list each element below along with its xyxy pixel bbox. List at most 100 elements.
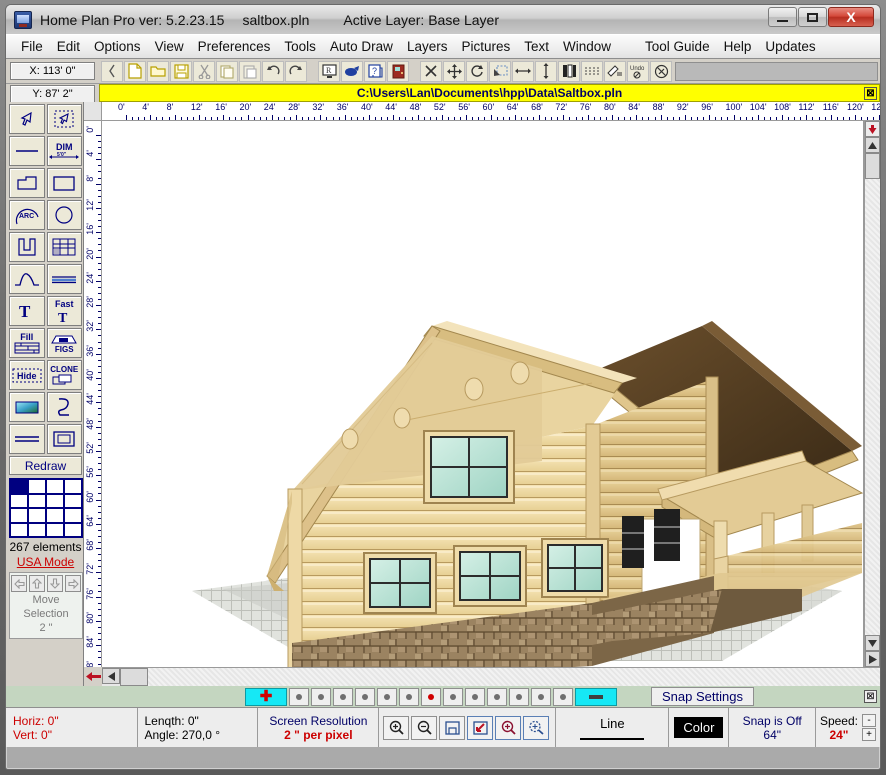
figures-tool[interactable]: FIGS (47, 328, 83, 358)
close-button[interactable]: X (828, 7, 874, 27)
layer-13-button[interactable] (553, 688, 573, 706)
save-disk-icon[interactable] (170, 61, 192, 82)
vertical-resize-icon[interactable] (535, 61, 557, 82)
parallel-lines-tool[interactable] (9, 424, 45, 454)
swatch-11[interactable] (64, 508, 82, 523)
layer-10-button[interactable] (487, 688, 507, 706)
speed-increase-button[interactable]: + (862, 728, 876, 741)
menu-layers[interactable]: Layers (400, 37, 455, 56)
swatch-0[interactable] (10, 479, 28, 494)
horizontal-ruler[interactable]: 0'4'8'12'16'20'24'28'32'36'40'44'48'52'5… (102, 102, 880, 120)
layer-strip-close-button[interactable]: ⊠ (864, 690, 877, 703)
scroll-page-down-button[interactable] (865, 651, 880, 667)
move-left-button[interactable] (11, 575, 27, 592)
window-grid-tool[interactable] (47, 232, 83, 262)
swatch-6[interactable] (46, 494, 64, 509)
horizontal-scroll-track[interactable] (148, 668, 880, 686)
vertical-scrollbar[interactable] (864, 121, 880, 667)
polyline-tool[interactable] (9, 168, 45, 198)
layer-3-button[interactable] (333, 688, 353, 706)
menu-file[interactable]: File (14, 37, 50, 56)
help-page-icon[interactable]: ? (364, 61, 386, 82)
print-icon[interactable] (341, 61, 363, 82)
no-draw-icon[interactable] (650, 61, 672, 82)
layer-11-button[interactable] (509, 688, 529, 706)
menu-view[interactable]: View (148, 37, 191, 56)
snap-settings-button[interactable]: Snap Settings (651, 687, 754, 706)
x-coordinate-field[interactable]: X: 113' 0" (10, 62, 95, 80)
scroll-up-button[interactable] (865, 137, 880, 153)
layer-6-button[interactable] (399, 688, 419, 706)
layer-5-button[interactable] (377, 688, 397, 706)
fit-page-button[interactable] (439, 716, 465, 740)
back-icon[interactable] (101, 61, 123, 82)
hide-tool[interactable]: Hide (9, 360, 45, 390)
minimize-button[interactable] (768, 7, 797, 27)
horizontal-resize-icon[interactable] (512, 61, 534, 82)
swatch-8[interactable] (10, 508, 28, 523)
arc-tool[interactable]: ARC (9, 200, 45, 230)
vertical-scroll-thumb[interactable] (865, 153, 880, 179)
freehand-tool[interactable] (47, 392, 83, 422)
register-icon[interactable]: R (318, 61, 340, 82)
layer-7-button[interactable] (421, 688, 441, 706)
undo-arrow-icon[interactable] (262, 61, 284, 82)
circle-tool[interactable] (47, 200, 83, 230)
snap-status[interactable]: Snap is Off 64" (729, 708, 815, 747)
path-close-button[interactable]: ⊠ (864, 87, 877, 100)
text-tool[interactable]: T (9, 296, 45, 326)
swatch-5[interactable] (28, 494, 46, 509)
fast-text-tool[interactable]: Fast T (47, 296, 83, 326)
layer-add-button[interactable]: ✚ (245, 688, 287, 706)
paste-icon[interactable] (239, 61, 261, 82)
move-icon[interactable] (443, 61, 465, 82)
wall-tool[interactable] (9, 232, 45, 262)
scroll-down-button[interactable] (865, 635, 880, 651)
swatch-14[interactable] (46, 523, 64, 538)
curve-tool[interactable] (9, 264, 45, 294)
menu-options[interactable]: Options (87, 37, 148, 56)
open-folder-icon[interactable] (147, 61, 169, 82)
layer-8-button[interactable] (443, 688, 463, 706)
frame-tool[interactable] (47, 424, 83, 454)
gradient-tool[interactable] (9, 392, 45, 422)
move-up-button[interactable] (29, 575, 45, 592)
y-coordinate-field[interactable]: Y: 87' 2" (10, 85, 95, 103)
redo-arrow-icon[interactable] (285, 61, 307, 82)
speed-decrease-button[interactable]: - (862, 714, 876, 727)
copy-icon[interactable] (216, 61, 238, 82)
new-file-icon[interactable] (124, 61, 146, 82)
dashed-line-icon[interactable] (581, 61, 603, 82)
swatch-1[interactable] (28, 479, 46, 494)
menu-text[interactable]: Text (517, 37, 556, 56)
delete-x-icon[interactable] (420, 61, 442, 82)
layer-9-button[interactable] (465, 688, 485, 706)
zoom-in-button[interactable] (383, 716, 409, 740)
swatch-13[interactable] (28, 523, 46, 538)
maximize-button[interactable] (798, 7, 827, 27)
move-down-button[interactable] (47, 575, 63, 592)
double-line-tool[interactable] (47, 264, 83, 294)
drawing-canvas[interactable] (102, 121, 864, 667)
menu-edit[interactable]: Edit (50, 37, 87, 56)
swatch-4[interactable] (10, 494, 28, 509)
horizontal-scroll-thumb[interactable] (120, 668, 148, 686)
color-button[interactable]: Color (674, 717, 723, 738)
swatch-12[interactable] (10, 523, 28, 538)
wall-icon[interactable] (558, 61, 580, 82)
menu-auto-draw[interactable]: Auto Draw (323, 37, 400, 56)
menu-window[interactable]: Window (556, 37, 618, 56)
move-right-button[interactable] (65, 575, 81, 592)
usa-mode-link[interactable]: USA Mode (8, 555, 83, 569)
select-region-icon[interactable] (489, 61, 511, 82)
menu-tools[interactable]: Tools (277, 37, 323, 56)
rotate-icon[interactable] (466, 61, 488, 82)
zoom-selection-button[interactable] (467, 716, 493, 740)
cut-scissors-icon[interactable] (193, 61, 215, 82)
layer-2-button[interactable] (311, 688, 331, 706)
line-style-selector[interactable]: Line (556, 708, 669, 747)
scroll-left-button[interactable] (102, 668, 120, 684)
line-tool[interactable] (9, 136, 45, 166)
clone-tool[interactable]: CLONE (47, 360, 83, 390)
horizontal-scrollbar[interactable] (102, 667, 880, 686)
